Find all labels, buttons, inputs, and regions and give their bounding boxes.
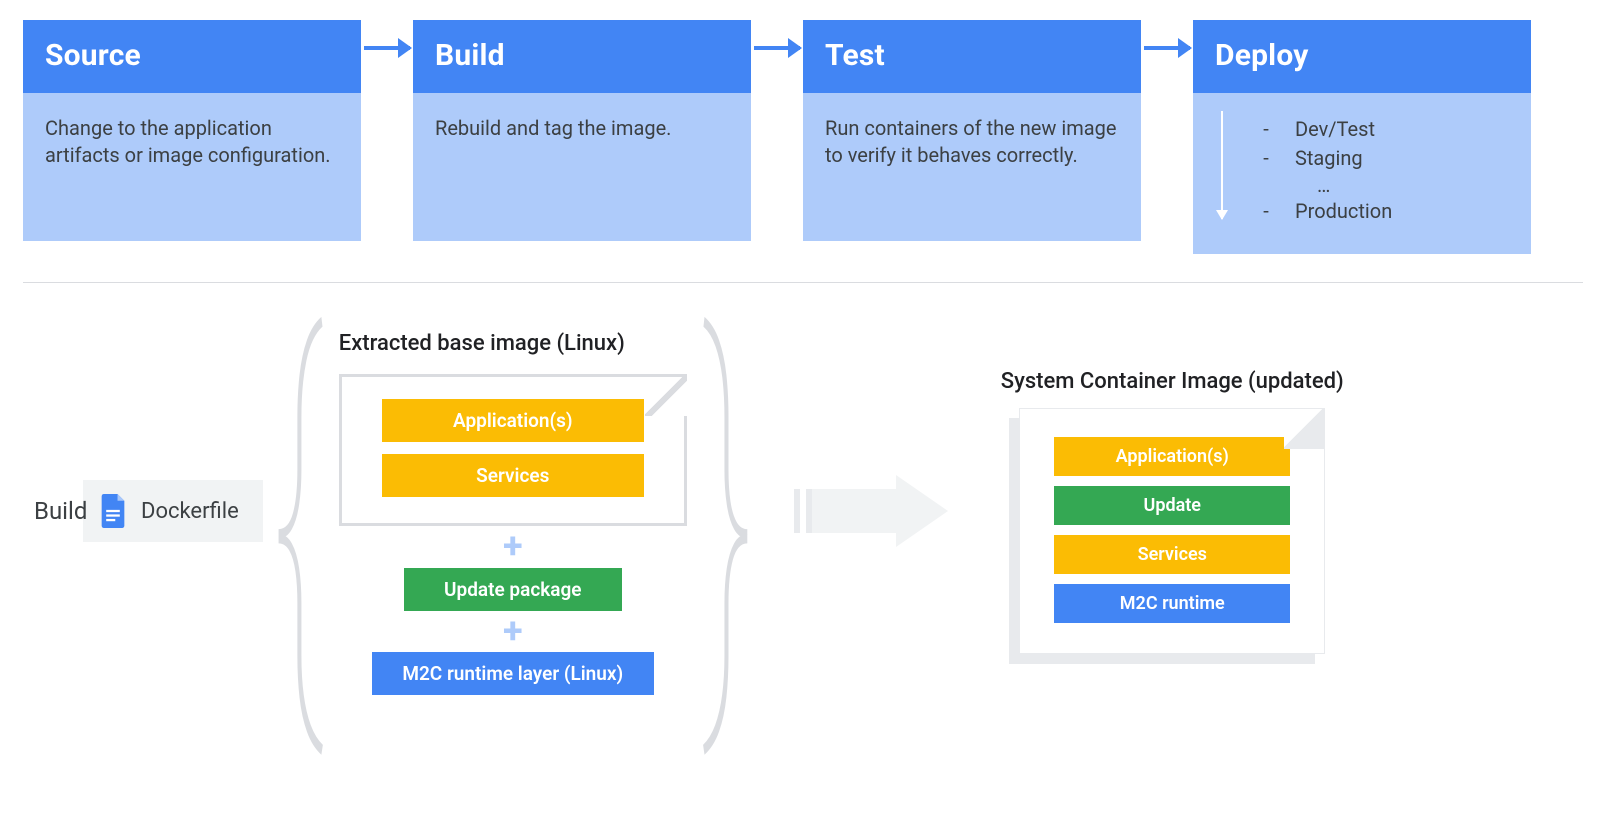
stage-deploy-title: Deploy [1193, 20, 1531, 93]
deploy-env-label: Staging [1295, 144, 1363, 173]
stage-source-body: Change to the application artifacts or i… [23, 93, 361, 241]
deploy-ellipsis: … [1317, 173, 1509, 197]
arrow-right-icon [754, 46, 800, 50]
result-layer-applications: Application(s) [1054, 437, 1290, 476]
stage-deploy-body: -Dev/Test -Staging … -Production [1193, 93, 1531, 254]
left-brace: { [263, 313, 333, 709]
arrow-right-icon [364, 46, 410, 50]
build-arrow: Build [763, 475, 983, 547]
arrow-test-to-deploy [1141, 20, 1193, 50]
plus-icon: + [503, 621, 523, 643]
deploy-env-production: -Production [1259, 197, 1509, 226]
arrow-build-to-test [751, 20, 803, 50]
dockerfile-label: Dockerfile [141, 499, 239, 524]
stage-source: Source Change to the application artifac… [23, 20, 361, 241]
stage-deploy: Deploy -Dev/Test -Staging … -Production [1193, 20, 1531, 254]
layer-applications: Application(s) [382, 399, 644, 442]
deploy-progress-arrow-icon [1221, 111, 1223, 219]
arrow-source-to-build [361, 20, 413, 50]
right-brace: } [693, 313, 763, 709]
layer-m2c-runtime: M2C runtime layer (Linux) [372, 652, 654, 695]
build-diagram: Dockerfile { Extracted base image (Linux… [23, 313, 1583, 709]
section-divider [23, 282, 1583, 283]
build-label: Build [34, 497, 87, 525]
dockerfile-box: Dockerfile [83, 480, 263, 542]
result-layer-m2c-runtime: M2C runtime [1054, 584, 1290, 623]
result-container-image: Application(s) Update Services M2C runti… [1019, 408, 1325, 654]
file-icon [99, 494, 127, 528]
deploy-env-label: Production [1295, 197, 1392, 226]
stage-test: Test Run containers of the new image to … [803, 20, 1141, 241]
stage-build: Build Rebuild and tag the image. [413, 20, 751, 241]
stage-test-body: Run containers of the new image to verif… [803, 93, 1141, 241]
pipeline-row: Source Change to the application artifac… [23, 20, 1583, 254]
deploy-env-label: Dev/Test [1295, 115, 1375, 144]
extracted-base-image-title: Extracted base image (Linux) [339, 331, 625, 356]
stage-build-body: Rebuild and tag the image. [413, 93, 751, 241]
arrow-right-icon [1144, 46, 1190, 50]
layer-update-package: Update package [404, 568, 622, 611]
stage-source-title: Source [23, 20, 361, 93]
layer-services: Services [382, 454, 644, 497]
brace-left-icon: { [273, 313, 323, 709]
stage-test-title: Test [803, 20, 1141, 93]
plus-icon: + [503, 536, 523, 558]
result-layer-services: Services [1054, 535, 1290, 574]
big-arrow-icon [788, 475, 958, 547]
result-title: System Container Image (updated) [1001, 369, 1344, 394]
result-layer-update: Update [1054, 486, 1290, 525]
dockerfile-contents-stack: Extracted base image (Linux) Application… [333, 327, 693, 695]
brace-right-icon: } [703, 313, 753, 709]
deploy-env-staging: -Staging [1259, 144, 1509, 173]
base-image-doc: Application(s) Services [339, 374, 687, 526]
deploy-env-devtest: -Dev/Test [1259, 115, 1509, 144]
stage-build-title: Build [413, 20, 751, 93]
result-column: System Container Image (updated) Applica… [1001, 369, 1344, 654]
